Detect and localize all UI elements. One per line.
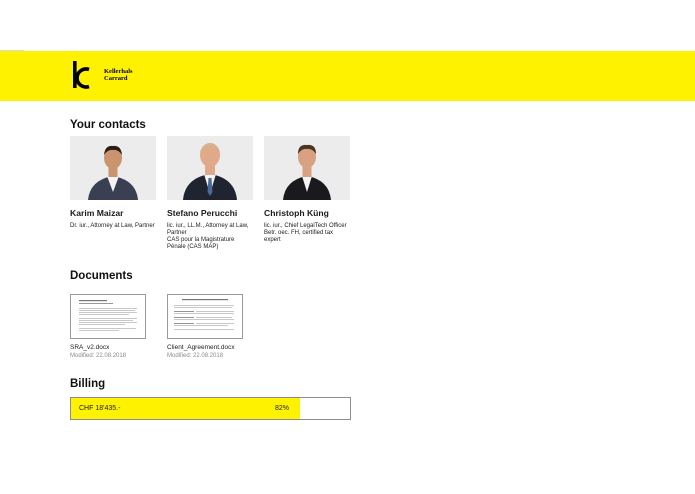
company-logo[interactable]: Kellerhals Carrard: [72, 60, 133, 89]
contact-name: Karim Maizar: [70, 208, 124, 218]
document-name[interactable]: Client_Agreement.docx: [167, 344, 253, 351]
brand-name-line2: Carrard: [104, 74, 128, 82]
document-thumbnail[interactable]: [167, 294, 243, 339]
contact-photo: [264, 136, 350, 200]
billing-percent: 82%: [275, 405, 290, 412]
kc-logo-icon: [73, 61, 90, 89]
contact-title: lic. iur., LL.M., Attorney at Law, Partn…: [167, 223, 249, 250]
contact-photo: [70, 136, 156, 200]
brand-name: Kellerhals Carrard: [104, 68, 133, 82]
document-item[interactable]: Client_Agreement.docx Modified: 22.08.20…: [167, 294, 253, 359]
document-item[interactable]: SRA_v2.docx Modified: 22.08.2018: [70, 294, 156, 359]
contact-name: Christoph Küng: [264, 208, 329, 218]
billing-heading: Billing: [70, 378, 106, 390]
billing-progress-bar: CHF 18'435.- 82%: [70, 397, 351, 420]
billing-amount: CHF 18'435.-: [79, 405, 121, 412]
contact-card[interactable]: Stefano Perucchi lic. iur., LL.M., Attor…: [167, 136, 254, 251]
contact-name: Stefano Perucchi: [167, 208, 238, 218]
document-modified-date: Modified: 22.08.2018: [70, 353, 127, 359]
contacts-list: Karim Maizar Dr. iur., Attorney at Law, …: [70, 136, 361, 251]
person-portrait-icon: [70, 136, 156, 200]
contact-card[interactable]: Christoph Küng lic. iur., Chief LegalTec…: [264, 136, 351, 251]
contact-card[interactable]: Karim Maizar Dr. iur., Attorney at Law, …: [70, 136, 157, 251]
contact-photo: [167, 136, 253, 200]
person-portrait-icon: [167, 136, 253, 200]
documents-list: SRA_v2.docx Modified: 22.08.2018 Client_…: [70, 294, 264, 359]
header-bar: Kellerhals Carrard: [0, 51, 695, 101]
document-thumbnail[interactable]: [70, 294, 146, 339]
person-portrait-icon: [264, 136, 350, 200]
documents-heading: Documents: [70, 270, 133, 282]
brand-name-line1: Kellerhals: [104, 67, 133, 75]
document-name[interactable]: SRA_v2.docx: [70, 344, 156, 351]
document-preview-icon: [79, 300, 137, 331]
contact-title: lic. iur., Chief LegalTech Officer Betr.…: [264, 223, 347, 243]
contacts-heading: Your contacts: [70, 119, 146, 131]
document-modified-date: Modified: 22.08.2018: [167, 353, 224, 359]
document-preview-icon: [174, 299, 234, 330]
contact-title: Dr. iur., Attorney at Law, Partner: [70, 223, 155, 229]
